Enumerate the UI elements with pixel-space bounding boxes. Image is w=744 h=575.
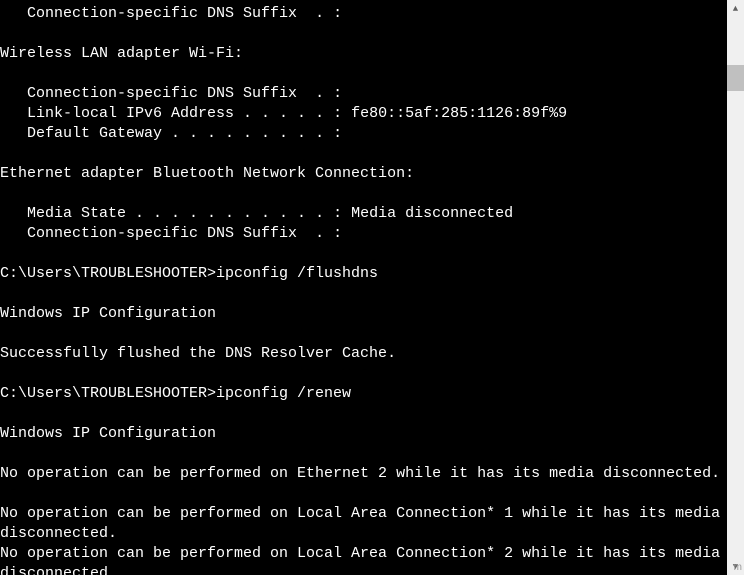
terminal-line <box>0 144 725 164</box>
terminal-line <box>0 484 725 504</box>
terminal-line <box>0 244 725 264</box>
terminal-line: Ethernet adapter Bluetooth Network Conne… <box>0 164 725 184</box>
terminal-line: Media State . . . . . . . . . . . : Medi… <box>0 204 725 224</box>
scrollbar-track[interactable]: ▲ ▼ <box>727 0 744 575</box>
terminal-line: Connection-specific DNS Suffix . : <box>0 224 725 244</box>
terminal-line <box>0 24 725 44</box>
terminal-line <box>0 184 725 204</box>
terminal-line <box>0 404 725 424</box>
terminal-line: No operation can be performed on Etherne… <box>0 464 725 484</box>
terminal-line: Windows IP Configuration <box>0 304 725 324</box>
terminal-line: Windows IP Configuration <box>0 424 725 444</box>
terminal-line <box>0 364 725 384</box>
terminal-line <box>0 284 725 304</box>
terminal-line: Default Gateway . . . . . . . . . : <box>0 124 725 144</box>
terminal-line: C:\Users\TROUBLESHOOTER>ipconfig /renew <box>0 384 725 404</box>
terminal-line: Successfully flushed the DNS Resolver Ca… <box>0 344 725 364</box>
terminal-line: Link-local IPv6 Address . . . . . : fe80… <box>0 104 725 124</box>
terminal-line <box>0 64 725 84</box>
terminal-line: Connection-specific DNS Suffix . : <box>0 84 725 104</box>
terminal-line: No operation can be performed on Local A… <box>0 504 725 544</box>
corner-mark: m <box>734 562 742 573</box>
terminal-line: C:\Users\TROUBLESHOOTER>ipconfig /flushd… <box>0 264 725 284</box>
terminal-output[interactable]: Connection-specific DNS Suffix . : Wirel… <box>0 0 725 575</box>
terminal-line: No operation can be performed on Local A… <box>0 544 725 575</box>
terminal-line <box>0 324 725 344</box>
terminal-line <box>0 444 725 464</box>
scroll-thumb[interactable] <box>727 65 744 91</box>
scroll-up-button[interactable]: ▲ <box>727 0 744 17</box>
terminal-line: Connection-specific DNS Suffix . : <box>0 4 725 24</box>
terminal-line: Wireless LAN adapter Wi-Fi: <box>0 44 725 64</box>
